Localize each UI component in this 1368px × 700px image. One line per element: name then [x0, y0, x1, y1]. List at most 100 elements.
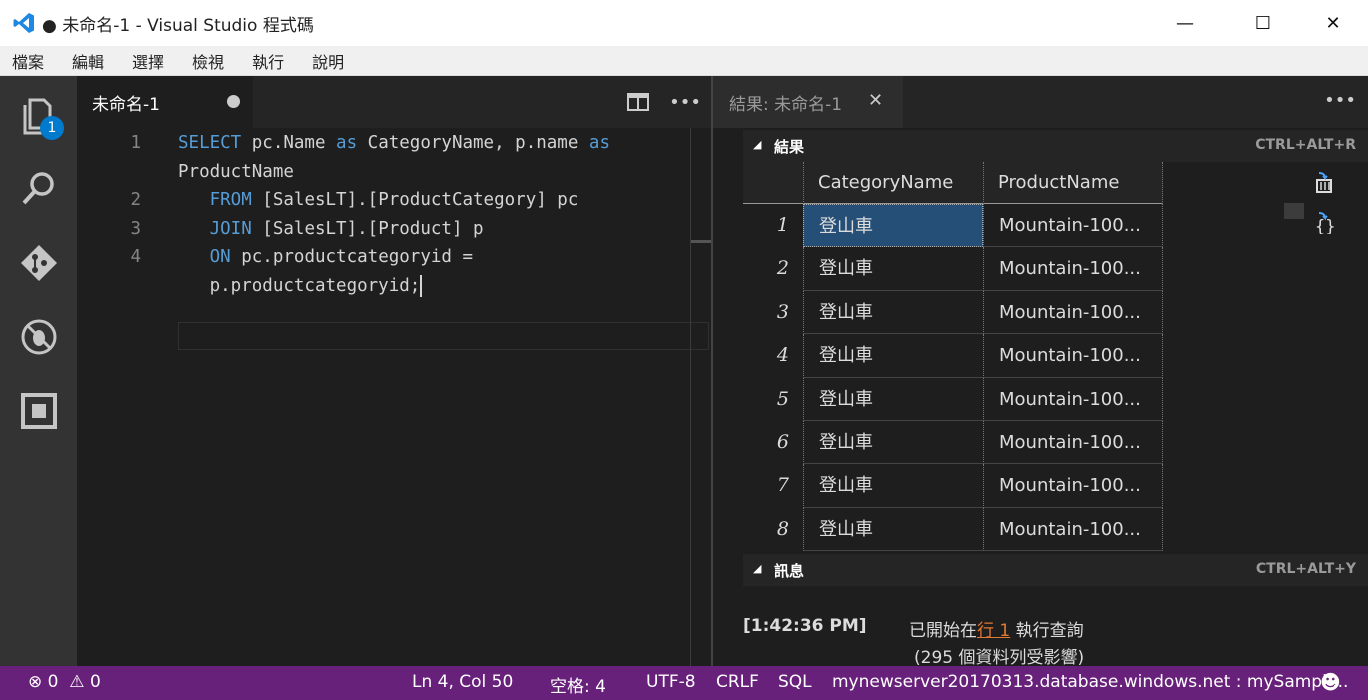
product-cell[interactable]: Mountain-100... [983, 507, 1163, 552]
sql-keyword: SELECT [178, 133, 242, 153]
menu-view[interactable]: 檢視 [180, 49, 240, 73]
editor-scrollbar[interactable] [690, 128, 712, 666]
save-as-csv-icon[interactable] [1313, 172, 1335, 194]
debug-button[interactable] [18, 316, 60, 358]
category-cell[interactable]: 登山車 [803, 464, 983, 508]
row-number: 6 [776, 431, 789, 453]
menu-selection[interactable]: 選擇 [120, 49, 180, 73]
unsaved-dot-icon[interactable] [227, 95, 240, 108]
extensions-button[interactable] [18, 390, 60, 432]
sql-keyword: as [336, 133, 358, 153]
results-tab-label: 結果: 未命名-1 [729, 94, 843, 115]
debug-icon [21, 319, 57, 355]
language-mode[interactable]: SQL [778, 672, 812, 692]
sql-keyword: ON [209, 247, 231, 267]
table-row[interactable]: 8 登山車 Mountain-100... [743, 507, 1163, 552]
explorer-button[interactable]: 1 [18, 94, 64, 140]
close-window-button[interactable]: ✕ [1298, 0, 1368, 46]
close-icon: ✕ [1325, 12, 1341, 34]
category-cell[interactable]: 登山車 [803, 377, 983, 421]
code-token: [SalesLT].[ProductCategory] pc [251, 190, 579, 210]
table-row[interactable]: 5 登山車 Mountain-100... [743, 377, 1163, 421]
sql-keyword: as [588, 133, 610, 153]
table-row[interactable]: 4 登山車 Mountain-100... [743, 334, 1163, 378]
source-control-button[interactable] [18, 242, 60, 284]
line-code: FROM [SalesLT].[ProductCategory] pc [178, 186, 579, 214]
line-code: JOIN [SalesLT].[Product] p [178, 215, 484, 243]
line-number: 4 [130, 247, 141, 267]
connection-info[interactable]: mynewserver20170313.database.windows.net… [832, 672, 1348, 692]
table-row[interactable]: 1 登山車 Mountain-100... [743, 204, 1163, 248]
encoding[interactable]: UTF-8 [646, 672, 696, 692]
line-code: ON pc.productcategoryid = [178, 243, 473, 271]
table-row[interactable]: 7 登山車 Mountain-100... [743, 464, 1163, 508]
grid-header-row: CategoryName ProductName [743, 162, 1163, 204]
editor-tab-label: 未命名-1 [92, 94, 160, 115]
maximize-button[interactable]: ☐ [1228, 0, 1298, 46]
table-row[interactable]: 3 登山車 Mountain-100... [743, 290, 1163, 335]
line-link[interactable]: 行 1 [977, 621, 1010, 641]
message-text: 已開始在行 1 執行查詢 [909, 616, 1084, 641]
text-caret [420, 274, 423, 297]
category-cell[interactable]: 登山車 [803, 507, 983, 552]
editor-tab-bar: 未命名-1 ••• [77, 76, 711, 128]
scrollbar-thumb[interactable] [691, 240, 712, 243]
more-actions-icon[interactable]: ••• [669, 92, 701, 113]
maximize-icon: ☐ [1254, 12, 1272, 34]
title-bar: ● 未命名-1 - Visual Studio 程式碼 — ☐ ✕ [0, 0, 1368, 46]
split-editor-icon[interactable] [627, 93, 650, 111]
results-section-header[interactable]: ◢ 結果 CTRL+ALT+R [743, 130, 1368, 162]
product-cell[interactable]: Mountain-100... [983, 334, 1163, 378]
row-number: 7 [776, 474, 789, 497]
row-number: 5 [776, 387, 789, 410]
editor-tab[interactable]: 未命名-1 [77, 76, 253, 128]
search-button[interactable] [18, 168, 60, 210]
product-cell[interactable]: Mountain-100... [983, 247, 1163, 291]
category-cell[interactable]: 登山車 [803, 334, 983, 378]
results-grid[interactable]: CategoryName ProductName 1 登山車 Mountain-10… [743, 162, 1163, 552]
menu-bar: 檔案 編輯 選擇 檢視 執行 說明 [0, 46, 1368, 76]
status-bar: ⊗ 0 ⚠ 0 Ln 4, Col 50 空格: 4 UTF-8 CRLF SQ… [0, 666, 1368, 700]
results-tab[interactable]: 結果: 未命名-1 ✕ [713, 76, 903, 128]
error-icon: ⊗ [28, 672, 43, 692]
problems-indicator[interactable]: ⊗ 0 ⚠ 0 [28, 672, 101, 692]
menu-run[interactable]: 執行 [240, 49, 300, 73]
product-cell[interactable]: Mountain-100... [983, 377, 1163, 421]
more-actions-icon[interactable]: ••• [1324, 90, 1356, 111]
scrollbar-thumb[interactable] [1284, 203, 1304, 219]
feedback-smiley-icon[interactable]: ☻ [1320, 670, 1341, 694]
row-number: 2 [776, 257, 789, 280]
results-pane: 結果: 未命名-1 ✕ ••• ◢ 結果 CTRL+ALT+R Category… [713, 76, 1368, 668]
code-token: ProductName [178, 161, 294, 182]
minimize-button[interactable]: — [1150, 0, 1220, 46]
message-suffix: 執行查詢 [1015, 621, 1084, 641]
save-as-json-icon[interactable]: {} [1313, 212, 1335, 234]
category-cell[interactable]: 登山車 [803, 247, 983, 291]
table-row[interactable]: 2 登山車 Mountain-100... [743, 247, 1163, 291]
results-tab-bar: 結果: 未命名-1 ✕ ••• [713, 76, 1368, 128]
product-cell[interactable]: Mountain-100... [983, 464, 1163, 508]
column-header[interactable]: ProductName [983, 162, 1163, 204]
product-cell[interactable]: Mountain-100... [983, 204, 1163, 248]
table-row[interactable]: 6 登山車 Mountain-100... [743, 421, 1163, 465]
category-cell[interactable]: 登山車 [803, 204, 983, 248]
category-cell[interactable]: 登山車 [803, 290, 983, 335]
category-cell[interactable]: 登山車 [803, 421, 983, 465]
code-editor[interactable]: 1 SELECT pc.Name as CategoryName, p.name … [77, 128, 709, 666]
indentation[interactable]: 空格: 4 [550, 672, 606, 697]
messages-section-header[interactable]: ◢ 訊息 CTRL+ALT+Y [743, 554, 1368, 586]
menu-edit[interactable]: 編輯 [60, 49, 120, 73]
line-ending[interactable]: CRLF [716, 672, 759, 692]
close-tab-icon[interactable]: ✕ [868, 90, 883, 111]
product-cell[interactable]: Mountain-100... [983, 421, 1163, 465]
line-number: 1 [130, 133, 141, 153]
code-token: pc.Name [241, 133, 337, 153]
warning-icon: ⚠ [69, 672, 85, 692]
column-header[interactable]: CategoryName [803, 162, 983, 204]
results-section-label: 結果 [774, 138, 805, 156]
line-number: 2 [130, 190, 141, 210]
cursor-position[interactable]: Ln 4, Col 50 [412, 672, 513, 692]
menu-file[interactable]: 檔案 [0, 49, 60, 73]
product-cell[interactable]: Mountain-100... [983, 290, 1163, 335]
menu-help[interactable]: 說明 [300, 49, 360, 73]
